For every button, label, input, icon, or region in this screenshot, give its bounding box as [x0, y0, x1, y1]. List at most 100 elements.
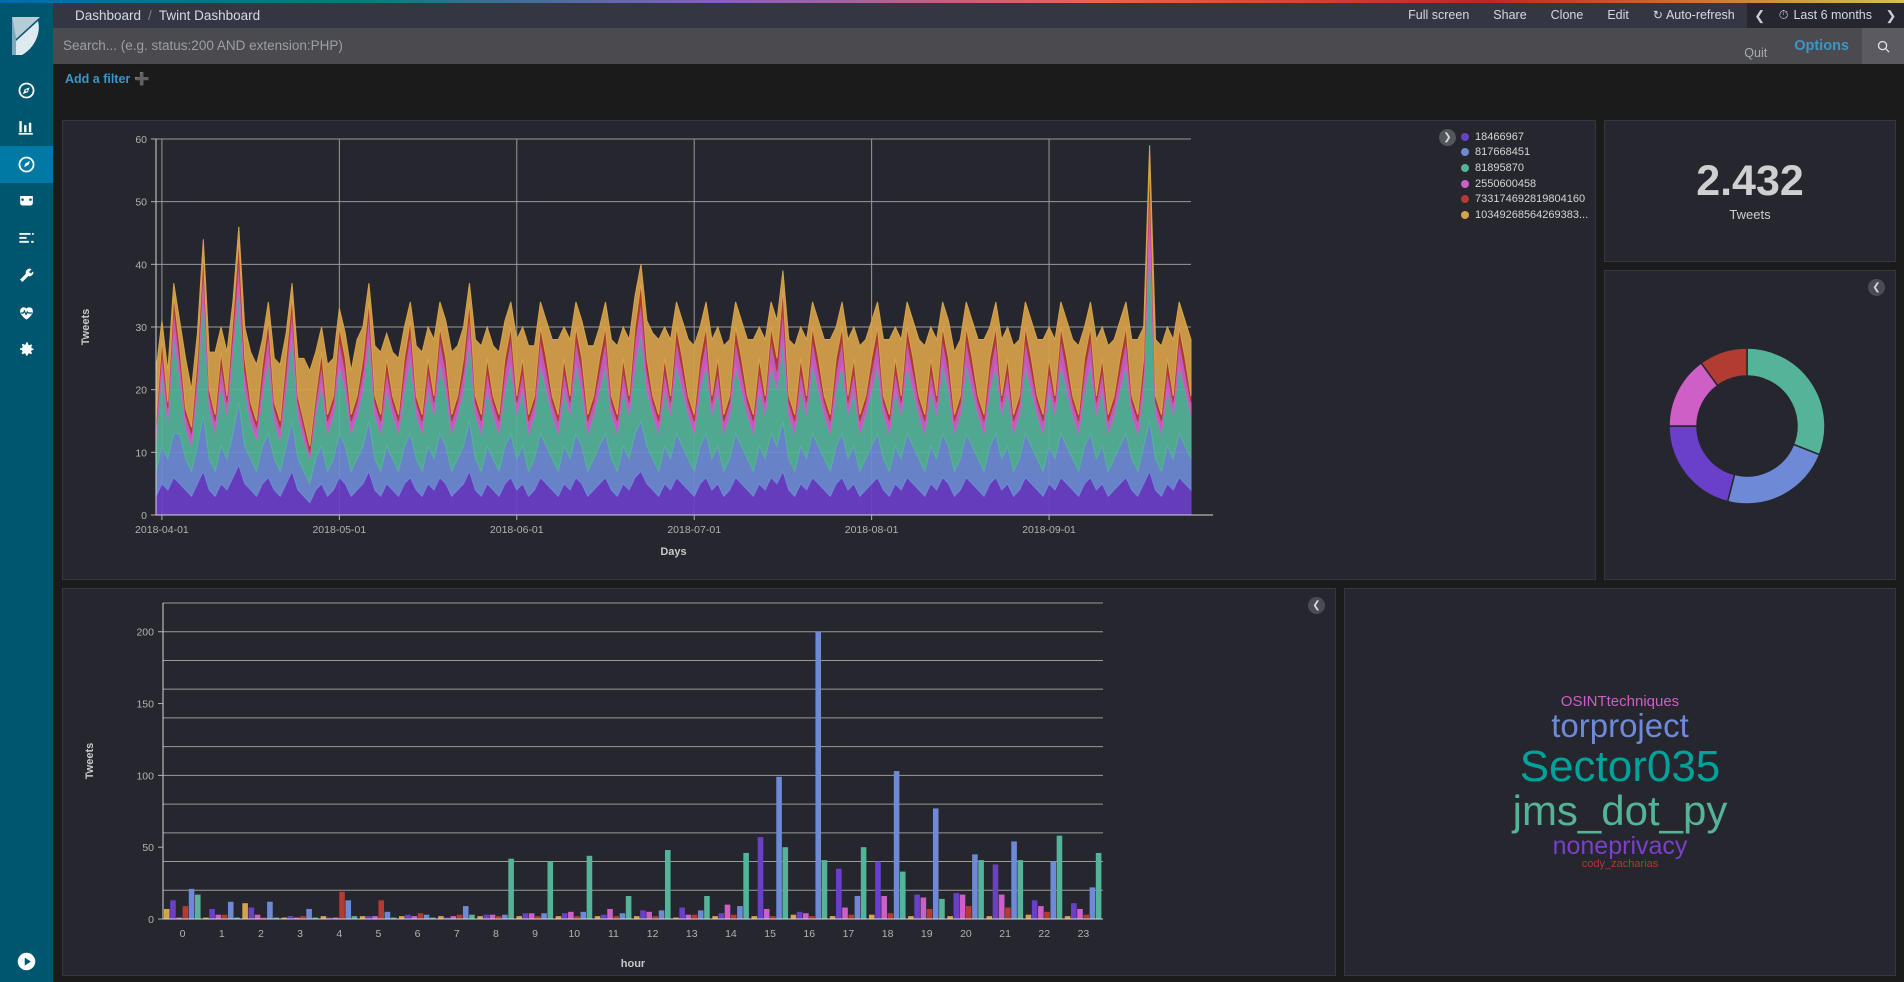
bar[interactable]	[267, 901, 273, 919]
tweets-by-user-donut-chart[interactable]	[1605, 271, 1895, 579]
bar[interactable]	[489, 914, 496, 919]
bar[interactable]	[899, 871, 906, 919]
sidebar-item-visualize[interactable]	[0, 109, 53, 146]
legend-item[interactable]: 733174692819804160	[1461, 191, 1589, 207]
bar[interactable]	[1038, 906, 1044, 919]
bar[interactable]	[679, 907, 685, 919]
bar[interactable]	[737, 906, 743, 919]
sidebar-item-dashboard[interactable]	[0, 146, 53, 183]
sidebar-item-management[interactable]	[0, 331, 53, 368]
bar[interactable]	[508, 858, 514, 919]
bar[interactable]	[1050, 861, 1057, 919]
bar[interactable]	[254, 914, 261, 919]
bar[interactable]	[803, 913, 809, 919]
bar[interactable]	[953, 893, 960, 919]
legend-collapse-button[interactable]: ❯	[1439, 129, 1456, 146]
quit-button[interactable]: Quit	[1730, 46, 1781, 60]
clone-button[interactable]: Clone	[1539, 3, 1596, 28]
bar[interactable]	[821, 860, 828, 919]
bar[interactable]	[417, 913, 424, 919]
bar[interactable]	[194, 894, 201, 919]
bar[interactable]	[730, 914, 737, 919]
bar[interactable]	[796, 911, 803, 919]
bar[interactable]	[528, 913, 535, 919]
bar[interactable]	[697, 910, 704, 919]
breadcrumb-current[interactable]: Twint Dashboard	[159, 8, 260, 23]
bar[interactable]	[170, 900, 176, 919]
bar[interactable]	[215, 914, 222, 919]
bar[interactable]	[483, 914, 490, 919]
bar[interactable]	[1089, 887, 1096, 919]
bar[interactable]	[914, 894, 920, 919]
bar[interactable]	[965, 906, 972, 919]
donut-slice[interactable]	[1726, 443, 1821, 505]
legend-item[interactable]: 18466967	[1461, 129, 1589, 145]
bar[interactable]	[875, 861, 881, 919]
bar[interactable]	[763, 908, 770, 919]
bar[interactable]	[568, 911, 574, 919]
bar[interactable]	[1044, 911, 1050, 919]
sidebar-collapse-button[interactable]	[0, 951, 53, 972]
share-button[interactable]: Share	[1481, 3, 1538, 28]
bar[interactable]	[1083, 914, 1090, 919]
tag-cloud-word[interactable]: noneprivacy	[1553, 833, 1688, 859]
bar[interactable]	[757, 837, 764, 919]
bar[interactable]	[625, 896, 632, 919]
bar[interactable]	[221, 914, 228, 919]
bar[interactable]	[1077, 908, 1083, 919]
auto-refresh-button[interactable]: ↻ Auto-refresh	[1641, 3, 1747, 28]
bar[interactable]	[1071, 903, 1077, 919]
bar[interactable]	[541, 913, 547, 919]
bar[interactable]	[182, 906, 189, 919]
tweets-per-hour-bar-chart[interactable]: 0501001502000 1 2 3 4 5 6 7 8 9 10 11 12 13 14 15 16 17 18…	[63, 589, 1335, 975]
tag-cloud-word[interactable]: Sector035	[1520, 743, 1721, 790]
bar[interactable]	[242, 903, 248, 919]
search-input[interactable]	[63, 38, 1731, 53]
bar[interactable]	[790, 914, 797, 919]
bar[interactable]	[854, 896, 861, 919]
bar[interactable]	[868, 914, 875, 919]
bar[interactable]	[1005, 907, 1011, 919]
sidebar-item-timelion[interactable]	[0, 220, 53, 257]
bar[interactable]	[1095, 852, 1102, 919]
bar[interactable]	[640, 910, 646, 919]
kibana-logo[interactable]	[0, 0, 53, 72]
breadcrumb-root[interactable]: Dashboard	[75, 8, 141, 23]
tweets-over-days-area-chart[interactable]: 0 10 20 30 40 50 60 2018-04-01 2018-05-01 2018-06…	[63, 121, 1595, 579]
bar[interactable]	[469, 914, 475, 919]
bar[interactable]	[860, 847, 867, 919]
bar[interactable]	[815, 631, 822, 919]
bar[interactable]	[992, 864, 999, 919]
bar[interactable]	[782, 847, 789, 919]
bar[interactable]	[405, 914, 411, 919]
bar[interactable]	[658, 910, 665, 919]
bar[interactable]	[586, 855, 593, 919]
bar[interactable]	[502, 914, 508, 919]
time-next-button[interactable]: ❯	[1878, 8, 1904, 24]
bar[interactable]	[248, 907, 255, 919]
bar[interactable]	[685, 914, 692, 919]
bar-legend-collapse-button[interactable]: ❮	[1308, 597, 1325, 614]
legend-item[interactable]: 10349268564269383...	[1461, 207, 1589, 223]
bar[interactable]	[601, 914, 607, 919]
legend-item[interactable]: 817668451	[1461, 145, 1589, 161]
tag-cloud-word[interactable]: cody_zacharias	[1582, 858, 1658, 870]
donut-collapse-button[interactable]: ❮	[1868, 279, 1885, 296]
time-prev-button[interactable]: ❮	[1747, 8, 1773, 24]
bar[interactable]	[306, 908, 312, 919]
bar[interactable]	[1025, 914, 1032, 919]
bar[interactable]	[423, 914, 430, 919]
sidebar-item-discover[interactable]	[0, 72, 53, 109]
bar[interactable]	[998, 894, 1005, 919]
bar[interactable]	[378, 900, 385, 919]
bar[interactable]	[619, 913, 626, 919]
bar[interactable]	[691, 914, 698, 919]
sidebar-item-monitoring[interactable]	[0, 294, 53, 331]
bar[interactable]	[836, 868, 842, 919]
bar[interactable]	[743, 852, 749, 919]
options-button[interactable]: Options	[1781, 38, 1862, 54]
bar[interactable]	[456, 914, 463, 919]
bar[interactable]	[972, 854, 978, 919]
tag-cloud-word[interactable]: torproject	[1551, 708, 1689, 743]
bar[interactable]	[345, 900, 352, 919]
